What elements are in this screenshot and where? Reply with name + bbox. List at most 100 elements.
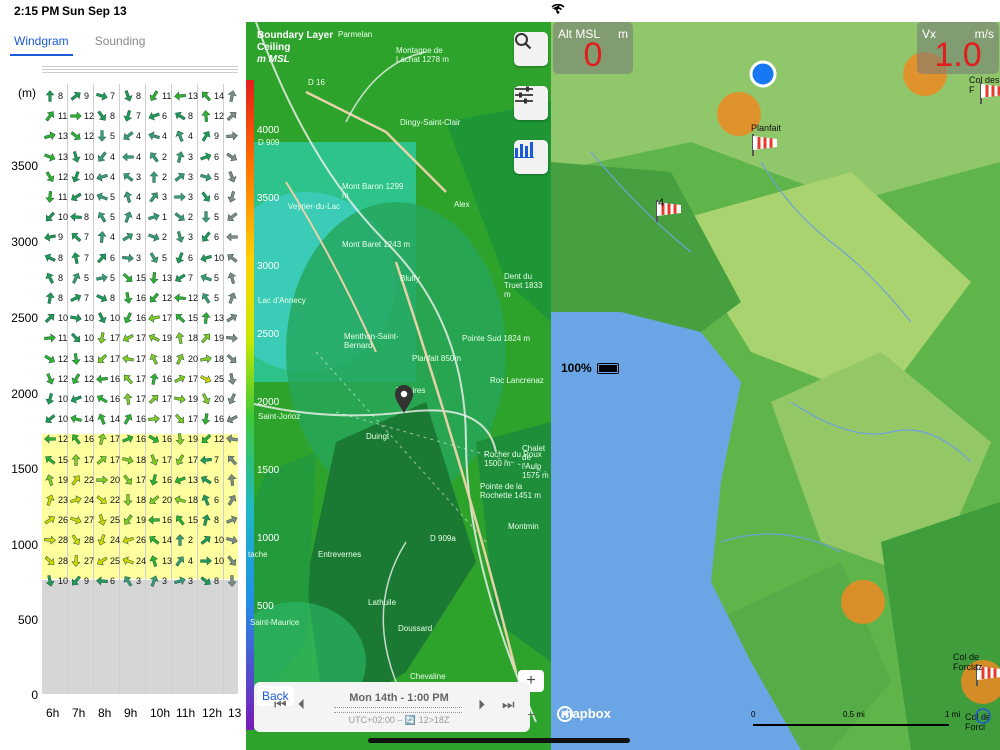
x-axis-label[interactable]: 7h xyxy=(72,706,85,720)
wind-cell: 2 xyxy=(148,170,167,183)
wind-speed: 11 xyxy=(58,111,68,122)
wind-speed: 17 xyxy=(188,414,199,425)
filter-button[interactable] xyxy=(514,86,548,120)
wind-cell: 16 xyxy=(96,393,120,405)
wind-speed: 25 xyxy=(214,373,225,384)
wind-cell: 8 xyxy=(200,575,219,587)
wind-cell: 6 xyxy=(174,251,193,264)
wind-arrow-icon xyxy=(98,312,107,324)
tab-sounding[interactable]: Sounding xyxy=(91,32,150,56)
timeline-track[interactable] xyxy=(334,707,462,713)
wind-cell: 9 xyxy=(44,231,63,243)
wind-arrow-icon xyxy=(71,150,81,163)
chart-button[interactable] xyxy=(514,140,548,174)
wind-cell: 8 xyxy=(174,110,193,122)
wind-cell: 16 xyxy=(148,514,172,526)
wind-speed: 8 xyxy=(214,515,220,526)
wind-arrow-icon xyxy=(150,292,159,303)
wind-arrow-icon xyxy=(150,453,159,466)
home-indicator[interactable] xyxy=(368,738,630,743)
skip-back-icon[interactable]: ⏮ xyxy=(274,696,287,713)
x-axis-label[interactable]: 12h xyxy=(202,706,222,720)
wind-arrow-icon xyxy=(201,231,211,243)
wind-arrow-icon xyxy=(45,111,55,122)
x-axis-label[interactable]: 9h xyxy=(124,706,137,720)
map-place-label: Saint-Jorioz xyxy=(258,412,301,421)
wind-speed: 15 xyxy=(58,454,69,465)
wind-arrow-icon xyxy=(175,150,185,163)
wind-arrow-icon xyxy=(123,494,133,506)
wind-arrow-icon xyxy=(44,333,56,343)
wind-speed: 6 xyxy=(214,151,220,162)
wind-cell: 10 xyxy=(200,534,224,546)
wind-cell: 19 xyxy=(174,393,198,405)
wind-arrow-icon xyxy=(226,434,238,444)
wind-arrow-icon xyxy=(71,475,81,486)
search-button[interactable] xyxy=(514,32,548,66)
skip-forward-icon[interactable]: ⏭ xyxy=(502,696,515,713)
legend-title-line1: Boundary Layer xyxy=(257,30,334,41)
x-axis-label[interactable]: 6h xyxy=(46,706,59,720)
wind-speed: 4 xyxy=(136,131,142,142)
wind-speed: 18 xyxy=(214,353,225,364)
wind-cell: 7 xyxy=(70,251,89,264)
wind-cell: 5 xyxy=(148,251,167,264)
wind-speed: 12 xyxy=(58,434,69,445)
wind-arrow-icon xyxy=(122,334,134,343)
wind-cell: 17 xyxy=(122,373,146,385)
wind-cell: 5 xyxy=(96,191,115,203)
wind-cell xyxy=(226,130,238,142)
wind-speed: 17 xyxy=(110,333,121,344)
wind-speed: 5 xyxy=(214,272,220,283)
wind-speed: 5 xyxy=(110,192,116,202)
x-axis-label[interactable]: 8h xyxy=(98,706,111,720)
wind-speed: 10 xyxy=(84,171,95,182)
tab-windgram[interactable]: Windgram xyxy=(10,32,73,56)
wind-cell: 8 xyxy=(200,514,220,527)
wind-arrow-icon xyxy=(97,353,108,363)
wind-cell: 24 xyxy=(70,494,94,506)
step-forward-icon[interactable]: ⏵ xyxy=(478,696,485,713)
map-place-label: Bluffy xyxy=(400,274,420,283)
map-place-label: Dent du Truet 1833 m xyxy=(504,272,543,299)
x-axis-label[interactable]: 11h xyxy=(176,706,195,720)
wind-arrow-icon xyxy=(200,253,212,263)
wind-speed: 6 xyxy=(214,474,220,485)
wind-arrow-icon xyxy=(200,152,212,161)
wind-arrow-icon xyxy=(202,393,211,405)
wind-arrow-icon xyxy=(175,231,185,244)
wind-arrow-icon xyxy=(227,253,238,263)
x-axis-label[interactable]: 13 xyxy=(228,706,241,720)
wind-cell: 10 xyxy=(70,393,94,405)
wind-speed: 12 xyxy=(188,293,199,303)
wind-arrow-icon xyxy=(227,494,237,506)
map-place-label: Veyrier-du-Lac xyxy=(288,202,341,211)
wind-arrow-icon xyxy=(45,90,55,102)
wind-arrow-icon xyxy=(226,131,238,141)
wind-arrow-icon xyxy=(227,393,236,405)
windgram-grid[interactable]: 8 9 7 8 11 13 14 11 12 8 7 6 8 12 13 12 5 4 4 4 9 13 10 4 4 2 3 6 12… xyxy=(42,84,238,694)
wind-arrow-icon xyxy=(70,212,82,222)
wind-cell xyxy=(226,473,238,486)
wind-speed: 7 xyxy=(84,293,90,303)
wind-cell: 5 xyxy=(200,171,219,183)
wind-cell: 10 xyxy=(70,150,94,163)
wind-cell: 12 xyxy=(200,110,224,123)
wind-cell: 20 xyxy=(174,353,198,365)
boundary-layer-map[interactable]: Boundary Layer Ceiling m MSL 4000 3500 300… xyxy=(246,22,551,750)
wind-cell: 5 xyxy=(200,272,219,284)
wind-cell: 6 xyxy=(200,151,219,163)
wind-cell: 6 xyxy=(148,110,167,122)
wind-arrow-icon xyxy=(174,293,186,303)
zoom-out-button[interactable]: – xyxy=(528,705,536,721)
wind-speed: 20 xyxy=(162,495,173,505)
wind-arrow-icon xyxy=(96,475,108,485)
x-axis-label[interactable]: 10h xyxy=(150,706,170,720)
wind-speed: 14 xyxy=(162,535,173,546)
wind-speed: 16 xyxy=(136,414,147,425)
wind-cell: 18 xyxy=(148,353,172,365)
wind-speed: 12 xyxy=(84,131,95,142)
wind-speed: 18 xyxy=(162,353,173,364)
wind-cell: 14 xyxy=(200,90,224,102)
wind-speed: 17 xyxy=(110,434,121,445)
